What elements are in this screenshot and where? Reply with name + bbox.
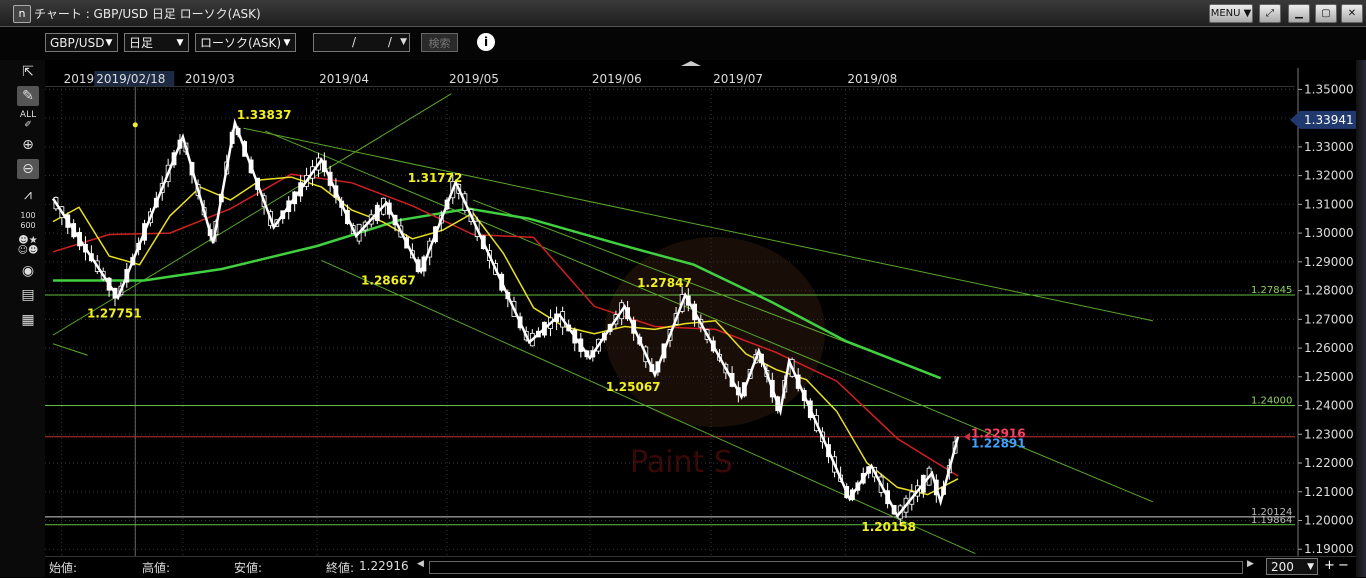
- window-titlebar[interactable]: n チャート : GBP/USD 日足 ローソク(ASK) MENU ▼ ⤢ ▁…: [0, 0, 1366, 27]
- chart-scrollbar[interactable]: [429, 561, 1243, 574]
- chevron-down-icon: ▼: [105, 38, 113, 48]
- peak-label: 1.27751: [87, 307, 142, 321]
- y-tick-label: 1.31000: [1304, 197, 1354, 211]
- axis-price-marker-label: 1.33941: [1304, 113, 1354, 127]
- zoom-select[interactable]: 200 ▼: [1266, 558, 1318, 575]
- minimize-icon[interactable]: ▁: [1288, 4, 1310, 23]
- watermark-text: Paint S: [630, 445, 733, 480]
- x-tick-label: 2019/05: [449, 72, 499, 86]
- peak-label: 1.20158: [861, 520, 916, 534]
- x-tick-label: 2019/08: [847, 72, 897, 86]
- y-tick-label: 1.24000: [1304, 399, 1354, 413]
- zoom-plus-icon[interactable]: +: [1324, 558, 1335, 573]
- close-value: 1.22916: [359, 559, 409, 573]
- scroll-right-icon[interactable]: ▶: [1247, 559, 1254, 569]
- high-label: 高値:: [142, 561, 171, 575]
- maximize-icon[interactable]: ▢: [1315, 4, 1337, 23]
- hline-label: 1.19864: [1251, 515, 1292, 526]
- date-input[interactable]: / / ▼: [313, 33, 410, 52]
- y-tick-label: 1.27000: [1304, 312, 1354, 326]
- date-input-value: / /: [352, 35, 406, 49]
- view-icon[interactable]: ◉: [17, 261, 39, 281]
- y-tick-label: 1.35000: [1304, 82, 1354, 96]
- x-tick-label: 2019/03: [185, 72, 235, 86]
- indicator-icon[interactable]: ⩘: [17, 185, 39, 205]
- compare-icon[interactable]: ☻★ ☺☻: [17, 236, 39, 256]
- drawing-toolbar: ⇱ ✎ ALL ✐ ⊕ ⊖ ⩘ 100 600 ☻★ ☺☻ ◉ ▤ ▦: [0, 60, 45, 577]
- peak-label: 1.28667: [361, 273, 416, 287]
- y-tick-label: 1.29000: [1304, 255, 1354, 269]
- y-tick-label: 1.20000: [1304, 514, 1354, 528]
- peak-label: 1.27847: [637, 276, 692, 290]
- pen-icon[interactable]: ✎: [17, 86, 39, 106]
- value-table-icon[interactable]: 100 600: [17, 211, 39, 231]
- y-tick-label: 1.25000: [1304, 370, 1354, 384]
- y-tick-label: 1.30000: [1304, 226, 1354, 240]
- x-tick-label: 2019/06: [592, 72, 642, 86]
- chart-type-select-value: ローソク(ASK): [200, 36, 282, 50]
- search-button[interactable]: 検索: [421, 33, 458, 52]
- status-bar: 始値: 高値: 安値: 終値: 1.22916 ◀ ▶ 200 ▼ + −: [45, 556, 1356, 578]
- low-label: 安値:: [234, 561, 263, 575]
- app-icon: n: [13, 5, 31, 23]
- pair-select[interactable]: GBP/USD ▼: [45, 33, 118, 52]
- open-label: 始値:: [49, 561, 78, 575]
- close-icon[interactable]: ✕: [1341, 4, 1363, 23]
- peak-label: 1.31772: [408, 171, 463, 185]
- info-icon[interactable]: i: [477, 33, 495, 51]
- x-tick-label: 2019: [64, 72, 95, 86]
- chevron-down-icon: ▼: [1307, 562, 1314, 572]
- zoom-value: 200: [1271, 560, 1294, 574]
- y-tick-label: 1.33000: [1304, 140, 1354, 154]
- settings-grid-icon[interactable]: ▦: [17, 310, 39, 330]
- y-tick-label: 1.22000: [1304, 456, 1354, 470]
- print-icon[interactable]: ▤: [17, 285, 39, 305]
- price-chart[interactable]: Paint S 1.278451.240001.201241.19864 1.3…: [45, 60, 1356, 556]
- y-tick-label: 1.21000: [1304, 485, 1354, 499]
- secondary-price-label: 1.22891: [971, 436, 1026, 450]
- peak-label: 1.25067: [606, 380, 661, 394]
- menu-button[interactable]: MENU ▼: [1209, 4, 1253, 23]
- hline-label: 1.24000: [1251, 396, 1292, 407]
- pair-select-value: GBP/USD: [50, 36, 105, 50]
- zoom-in-icon[interactable]: ⊕: [17, 135, 39, 155]
- pin-icon[interactable]: ⤢: [1259, 4, 1281, 23]
- desktop-edge-right: [1356, 27, 1366, 577]
- scroll-left-icon[interactable]: ◀: [417, 559, 424, 569]
- cursor-icon[interactable]: ⇱: [17, 62, 39, 82]
- peak-label: 1.33837: [237, 108, 292, 122]
- hline-label: 1.27845: [1251, 285, 1292, 296]
- chevron-down-icon: ▼: [283, 38, 291, 48]
- close-label: 終値:: [326, 561, 355, 575]
- zoom-minus-icon[interactable]: −: [1338, 558, 1349, 573]
- y-tick-label: 1.26000: [1304, 341, 1354, 355]
- period-select[interactable]: 日足 ▼: [124, 33, 189, 52]
- window-title: チャート : GBP/USD 日足 ローソク(ASK): [34, 7, 261, 21]
- x-tick-label: 2019/04: [319, 72, 369, 86]
- cursor-marker: [132, 122, 138, 128]
- watermark-logo: [605, 237, 825, 427]
- y-tick-label: 1.28000: [1304, 284, 1354, 298]
- y-tick-label: 1.19000: [1304, 542, 1354, 556]
- x-tick-label: 2019/02/18: [96, 72, 165, 86]
- chevron-down-icon: ▼: [176, 38, 184, 48]
- calendar-dropdown-icon[interactable]: ▼: [400, 34, 407, 51]
- zoom-out-icon[interactable]: ⊖: [17, 159, 39, 179]
- x-tick-label: 2019/07: [713, 72, 763, 86]
- all-delete-icon[interactable]: ALL ✐: [17, 110, 39, 130]
- period-select-value: 日足: [129, 36, 154, 50]
- y-tick-label: 1.23000: [1304, 427, 1354, 441]
- chart-type-select[interactable]: ローソク(ASK) ▼: [195, 33, 296, 52]
- y-tick-label: 1.32000: [1304, 169, 1354, 183]
